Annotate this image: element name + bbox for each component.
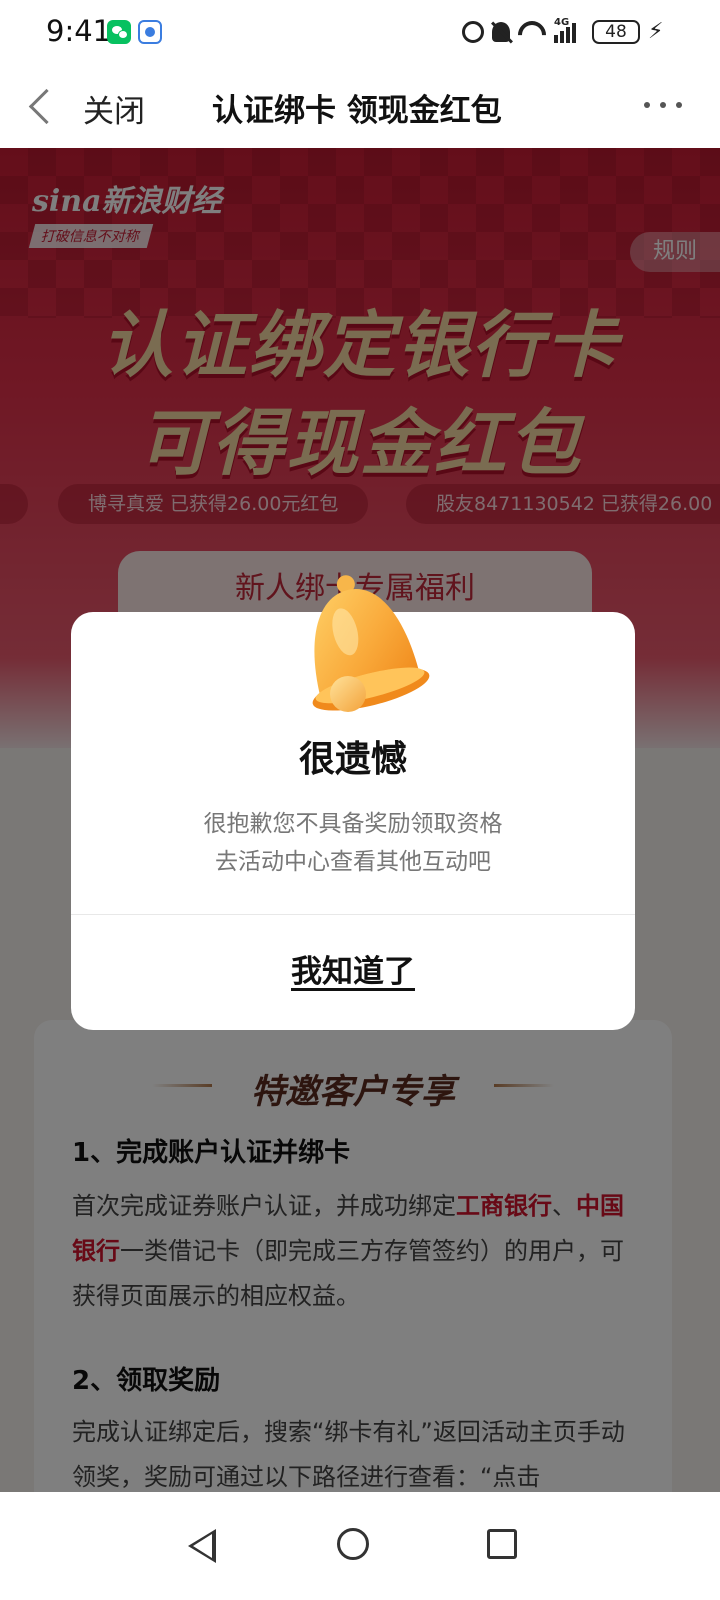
page-title: 认证绑卡 领现金红包 (212, 93, 502, 129)
system-nav-bar (0, 1492, 720, 1600)
nav-recent-apps-icon[interactable] (487, 1529, 517, 1559)
charge-icon: ⚡ (648, 19, 664, 44)
dialog-message-line-2: 去活动中心查看其他互动吧 (215, 849, 491, 875)
wechat-icon (107, 20, 131, 44)
alarm-icon (462, 21, 484, 43)
dialog-title: 很遗憾 (298, 739, 407, 780)
nav-back-icon[interactable] (188, 1529, 216, 1563)
wifi-icon (518, 21, 546, 43)
confirm-button[interactable]: 我知道了 (71, 914, 635, 1030)
bell-off-icon (492, 22, 510, 42)
close-button[interactable]: 关闭 (83, 86, 145, 131)
status-bar: 9:41 4G 48 ⚡ (0, 0, 720, 64)
system-icons: 4G 48 ⚡ (462, 17, 664, 46)
battery-icon: 48 (592, 20, 640, 44)
nav-bar: 关闭 认证绑卡 领现金红包 (0, 64, 720, 148)
network-label: 4G (554, 17, 570, 28)
status-time: 9:41 (46, 14, 112, 48)
nav-home-icon[interactable] (337, 1528, 369, 1560)
back-icon[interactable] (28, 88, 65, 125)
shield-icon (138, 20, 162, 44)
dialog-message-line-1: 很抱歉您不具备奖励领取资格 (203, 811, 503, 837)
signal-icon: 4G (554, 17, 584, 43)
more-icon[interactable] (644, 102, 682, 108)
bell-icon (312, 575, 430, 712)
